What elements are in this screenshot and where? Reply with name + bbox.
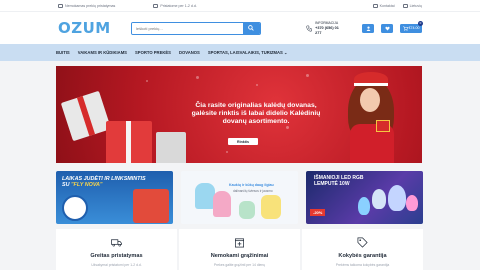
hero-line-1: Čia rasite originalias kalėdų dovanas, [195,102,317,109]
delivery-text: Pristatome per 1-2 d.d. [160,3,197,8]
gift-box-image [156,132,186,163]
site-logo[interactable]: OZUM [58,19,131,37]
search-icon [248,25,254,31]
promo-lamps-title: Kaukių ir kūkų daug ilgiau [229,183,274,187]
feature-label: Kokybės garantija [338,253,387,259]
search-button[interactable] [242,22,260,34]
clock-icon [153,3,159,8]
feature-quality-guarantee: Kokybės garantija Prekėms taikoma kokybė… [302,229,423,270]
gift-box-image [106,121,152,163]
hero-line-3: dovanų asortimento. [222,118,290,125]
feature-subtext: Užsakymai pristatomi per 1-2 d.d. [91,263,142,267]
promo-lamps[interactable]: Kaukių ir kūkų daug ilgiau dalinančių šv… [181,171,298,224]
bulb-image [388,185,406,211]
contacts-link-label: Kontaktai [379,3,395,8]
contacts-link[interactable]: Kontaktai [372,3,395,8]
contact-info: INFORMACIJA +370 (656) 01 277 [305,21,344,36]
product-image [239,201,255,219]
globe-icon [402,3,408,8]
feature-label: Greitas pristatymas [90,253,143,259]
hero-line-2: galėsite rinktis iš labai didelio Kalėdi… [191,110,321,117]
bulb-image [358,197,370,215]
bulb-image [372,189,386,209]
feature-free-returns: Nemokami grąžinimai Prekes galite grąžin… [179,229,300,270]
hero-cta-button[interactable]: Rinktis [228,138,258,145]
feature-subtext: Prekes galite grąžinti per 14 dienų [213,263,266,267]
free-shipping-info: Nemokamas prekių pristatymas [58,3,116,8]
mail-icon [372,3,378,8]
promo-banners: LAIKAS JUDĖTI IR LINKSMINTIS SU "FLY NOV… [56,171,423,224]
promo-fly-nova[interactable]: LAIKAS JUDĖTI IR LINKSMINTIS SU "FLY NOV… [56,171,173,224]
cart-button[interactable]: €74.00 0 [400,20,423,33]
toy-product-image [133,189,169,223]
language-selector[interactable]: Lietuvių [402,3,422,8]
free-shipping-text: Nemokamas prekių pristatymas [65,3,116,8]
top-info-bar: Nemokamas prekių pristatymas Pristatome … [0,0,480,12]
search-input[interactable] [131,22,243,34]
nav-item-sporto-prekes[interactable]: SPORTO PREKĖS [135,50,171,55]
cart-total: €74.00 [408,26,420,30]
language-label: Lietuvių [409,3,422,8]
truck-icon [111,239,122,247]
tag-icon [357,237,368,248]
feature-strip: Greitas pristatymas Užsakymai pristatomi… [56,229,423,270]
promo-lamps-subtitle: dalinančių šviesos ir jausmo [233,189,273,193]
phone-number[interactable]: +370 (656) 01 277 [315,26,339,35]
return-box-icon [235,238,244,248]
hero-banner[interactable]: Čia rasite originalias kalėdų dovanas, g… [56,66,422,163]
nav-item-dovanos[interactable]: DOVANOS [179,50,200,55]
main-navigation: BUITIS VAIKAMS IR KŪDIKIAMS SPORTO PREKĖ… [0,44,480,61]
hero-text: Čia rasite originalias kalėdų dovanas, g… [190,102,322,126]
phone-icon [305,25,312,31]
bulb-image [406,195,418,211]
product-badge-image [62,195,88,221]
product-image [213,191,231,217]
hero-model-image [348,72,398,163]
feature-fast-delivery: Greitas pristatymas Užsakymai pristatomi… [56,229,177,270]
user-icon [366,26,370,31]
promo-led-bulb[interactable]: IŠMANIOJI LED RGB LEMPUTĖ 10W -20% [306,171,423,224]
nav-item-buitis[interactable]: BUITIS [56,50,70,55]
site-header: OZUM INFORMACIJA +370 (656) 01 277 €74.0… [0,12,480,44]
feature-subtext: Prekėms taikoma kokybės garantija [335,263,390,267]
product-image [195,183,215,209]
truck-icon [58,3,63,8]
discount-badge: -20% [310,209,326,216]
heart-icon [384,26,390,30]
nav-item-vaikams[interactable]: VAIKAMS IR KŪDIKIAMS [78,50,127,55]
promo-fly-nova-prefix: SU [62,182,71,189]
promo-fly-nova-brand: "FLY NOVA" [71,182,103,189]
account-button[interactable] [362,23,374,33]
nav-item-sportas-laisvalaikis[interactable]: SPORTAS, LAISVALAIKIS, TURIZMAS ⌄ [208,50,288,55]
product-image [261,195,281,219]
wishlist-button[interactable] [381,23,393,33]
delivery-info: Pristatome per 1-2 d.d. [153,3,197,8]
cart-count-badge: 0 [418,20,423,26]
cart-icon [402,25,408,31]
promo-led-line2: LEMPUTĖ 10W [314,181,350,187]
feature-label: Nemokami grąžinimai [210,253,269,259]
search-bar [130,21,261,35]
